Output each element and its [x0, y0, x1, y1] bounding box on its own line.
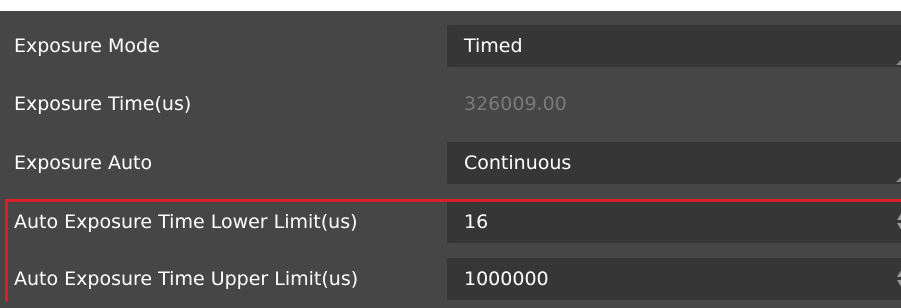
exposure-auto-dropdown[interactable]: Continuous — [447, 142, 901, 184]
spinner-up-icon[interactable] — [897, 267, 901, 277]
auto-exposure-lower-limit-input[interactable]: 16 — [447, 201, 901, 243]
property-label: Exposure Mode — [14, 35, 160, 57]
property-value: Continuous — [464, 152, 572, 174]
property-row-auto-exposure-upper-limit: Auto Exposure Time Upper Limit(us) 10000… — [0, 250, 901, 308]
exposure-time-field: 326009.00 — [447, 83, 901, 125]
spinner-arrows-icon[interactable] — [895, 207, 901, 237]
dropdown-arrow-icon[interactable] — [896, 177, 901, 182]
property-row-exposure-time: Exposure Time(us) 326009.00 — [0, 75, 901, 133]
exposure-mode-dropdown[interactable]: Timed — [447, 25, 901, 67]
property-value: Timed — [464, 35, 523, 57]
auto-exposure-upper-limit-input[interactable]: 1000000 — [447, 258, 901, 300]
property-value: 1000000 — [464, 268, 549, 290]
property-label: Exposure Auto — [14, 152, 153, 174]
property-value: 16 — [464, 211, 489, 233]
top-border — [0, 0, 901, 11]
property-label: Auto Exposure Time Lower Limit(us) — [14, 211, 358, 233]
property-value: 326009.00 — [464, 93, 567, 115]
property-row-auto-exposure-lower-limit: Auto Exposure Time Lower Limit(us) 16 — [0, 193, 901, 251]
property-row-exposure-mode: Exposure Mode Timed — [0, 17, 901, 75]
spinner-down-icon[interactable] — [897, 223, 901, 233]
spinner-arrows-icon[interactable] — [895, 264, 901, 294]
property-label: Auto Exposure Time Upper Limit(us) — [14, 268, 359, 290]
spinner-up-icon[interactable] — [897, 210, 901, 220]
property-label: Exposure Time(us) — [14, 93, 192, 115]
spinner-down-icon[interactable] — [897, 280, 901, 290]
dropdown-arrow-icon[interactable] — [896, 60, 901, 65]
property-row-exposure-auto: Exposure Auto Continuous — [0, 134, 901, 192]
